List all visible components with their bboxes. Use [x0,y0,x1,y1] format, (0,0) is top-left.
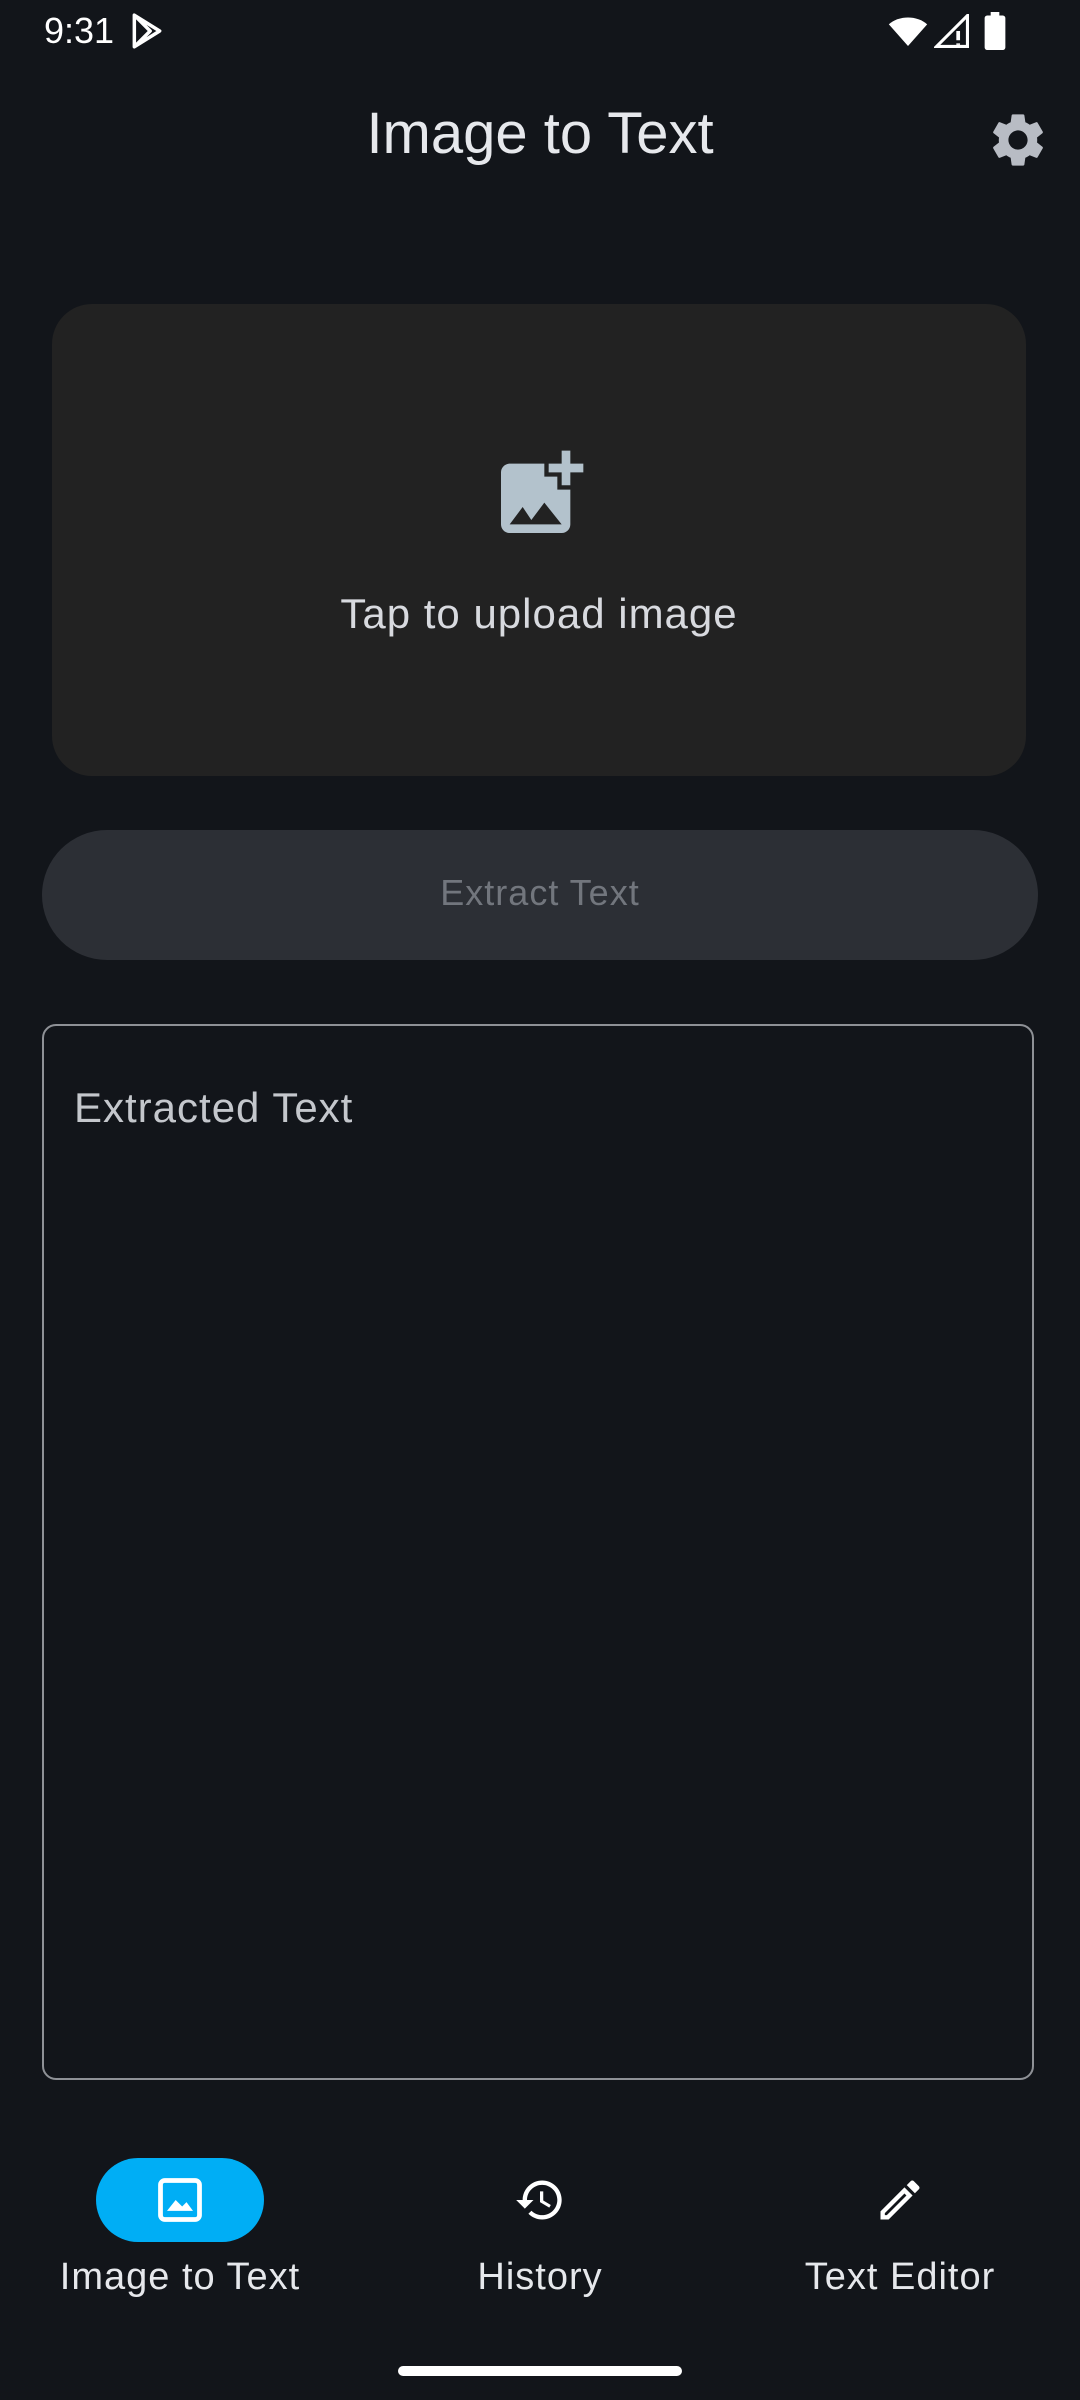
battery-icon [984,12,1006,50]
add-photo-icon [501,450,584,533]
history-icon [516,2180,562,2220]
nav-label: Text Editor [804,2256,996,2298]
nav-label: Image to Text [59,2256,301,2298]
play-store-icon [132,13,162,49]
extract-text-label: Extract Text [440,872,640,913]
screen: 9:31 Image to Text Tap to upload image E… [0,0,1080,2400]
extracted-text-field[interactable]: Extracted Text [42,1024,1034,2080]
home-indicator[interactable] [398,2366,682,2376]
nav-item-image-to-text[interactable]: Image to Text [0,2120,360,2320]
pencil-icon [880,2180,920,2220]
bottom-navigation: Image to Text History Text Editor [0,2120,1080,2400]
extract-text-button[interactable]: Extract Text [42,830,1038,960]
signal-icon [934,14,969,48]
nav-item-history[interactable]: History [360,2120,720,2320]
nav-label: History [477,2256,603,2298]
gear-icon[interactable] [986,108,1050,172]
wifi-icon [888,17,928,46]
page-title: Image to Text [366,101,714,166]
image-icon [158,2178,202,2222]
upload-label: Tap to upload image [340,590,738,637]
upload-image-card[interactable]: Tap to upload image [52,304,1026,776]
extracted-text-label: Extracted Text [74,1084,354,1131]
status-time: 9:31 [44,10,115,51]
status-bar: 9:31 [0,0,1080,64]
nav-item-text-editor[interactable]: Text Editor [720,2120,1080,2320]
